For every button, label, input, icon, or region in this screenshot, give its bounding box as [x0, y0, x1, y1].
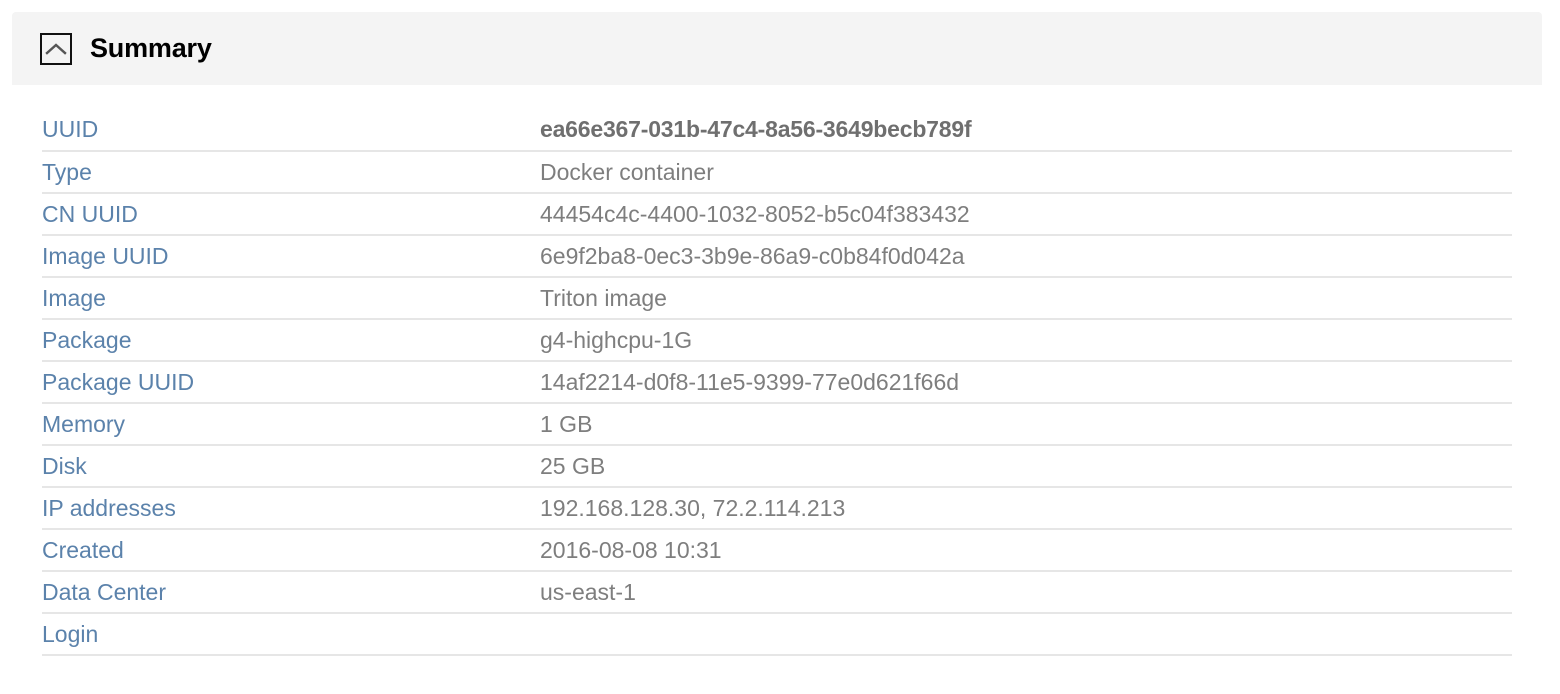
table-row: UUID ea66e367-031b-47c4-8a56-3649becb789f — [42, 109, 1512, 152]
table-row: Package g4-highcpu-1G — [42, 319, 1512, 362]
table-row: Login — [42, 613, 1512, 656]
row-value: ea66e367-031b-47c4-8a56-3649becb789f — [540, 109, 1512, 152]
row-label: IP addresses — [42, 487, 540, 530]
page-title: Summary — [90, 33, 212, 63]
chevron-up-boxed-icon[interactable] — [40, 32, 72, 65]
summary-panel: Summary UUID ea66e367-031b-47c4-8a56-3649… — [12, 12, 1542, 656]
row-value: Docker container — [540, 151, 1512, 194]
table-row: Image Triton image — [42, 277, 1512, 320]
row-value: 25 GB — [540, 445, 1512, 488]
row-value: 2016-08-08 10:31 — [540, 529, 1512, 572]
table-row: Data Center us-east-1 — [42, 571, 1512, 614]
row-value: 6e9f2ba8-0ec3-3b9e-86a9-c0b84f0d042a — [540, 235, 1512, 278]
row-label: Package UUID — [42, 361, 540, 404]
table-row: Type Docker container — [42, 151, 1512, 194]
row-label: CN UUID — [42, 193, 540, 236]
row-value: 44454c4c-4400-1032-8052-b5c04f383432 — [540, 193, 1512, 236]
table-row: CN UUID 44454c4c-4400-1032-8052-b5c04f383… — [42, 193, 1512, 236]
row-value: g4-highcpu-1G — [540, 319, 1512, 362]
row-value: 14af2214-d0f8-11e5-9399-77e0d621f66d — [540, 361, 1512, 404]
table-row: Created 2016-08-08 10:31 — [42, 529, 1512, 572]
summary-table: UUID ea66e367-031b-47c4-8a56-3649becb789f… — [42, 109, 1512, 656]
row-label: Image — [42, 277, 540, 320]
row-value: 192.168.128.30, 72.2.114.213 — [540, 487, 1512, 530]
table-row: IP addresses 192.168.128.30, 72.2.114.213 — [42, 487, 1512, 530]
table-row: Memory 1 GB — [42, 403, 1512, 446]
row-label: Memory — [42, 403, 540, 446]
row-label: Created — [42, 529, 540, 572]
row-label: Data Center — [42, 571, 540, 614]
row-label: Login — [42, 613, 540, 656]
row-label: Disk — [42, 445, 540, 488]
table-row: Package UUID 14af2214-d0f8-11e5-9399-77e0… — [42, 361, 1512, 404]
table-row: Disk 25 GB — [42, 445, 1512, 488]
row-label: Type — [42, 151, 540, 194]
row-label: Package — [42, 319, 540, 362]
table-row: Image UUID 6e9f2ba8-0ec3-3b9e-86a9-c0b84f… — [42, 235, 1512, 278]
row-label: Image UUID — [42, 235, 540, 278]
summary-table-body: UUID ea66e367-031b-47c4-8a56-3649becb789f… — [42, 109, 1512, 656]
row-value: us-east-1 — [540, 571, 1512, 614]
row-label: UUID — [42, 109, 540, 152]
row-value — [540, 613, 1512, 656]
row-value: 1 GB — [540, 403, 1512, 446]
summary-panel-header[interactable]: Summary — [12, 12, 1542, 85]
row-value: Triton image — [540, 277, 1512, 320]
